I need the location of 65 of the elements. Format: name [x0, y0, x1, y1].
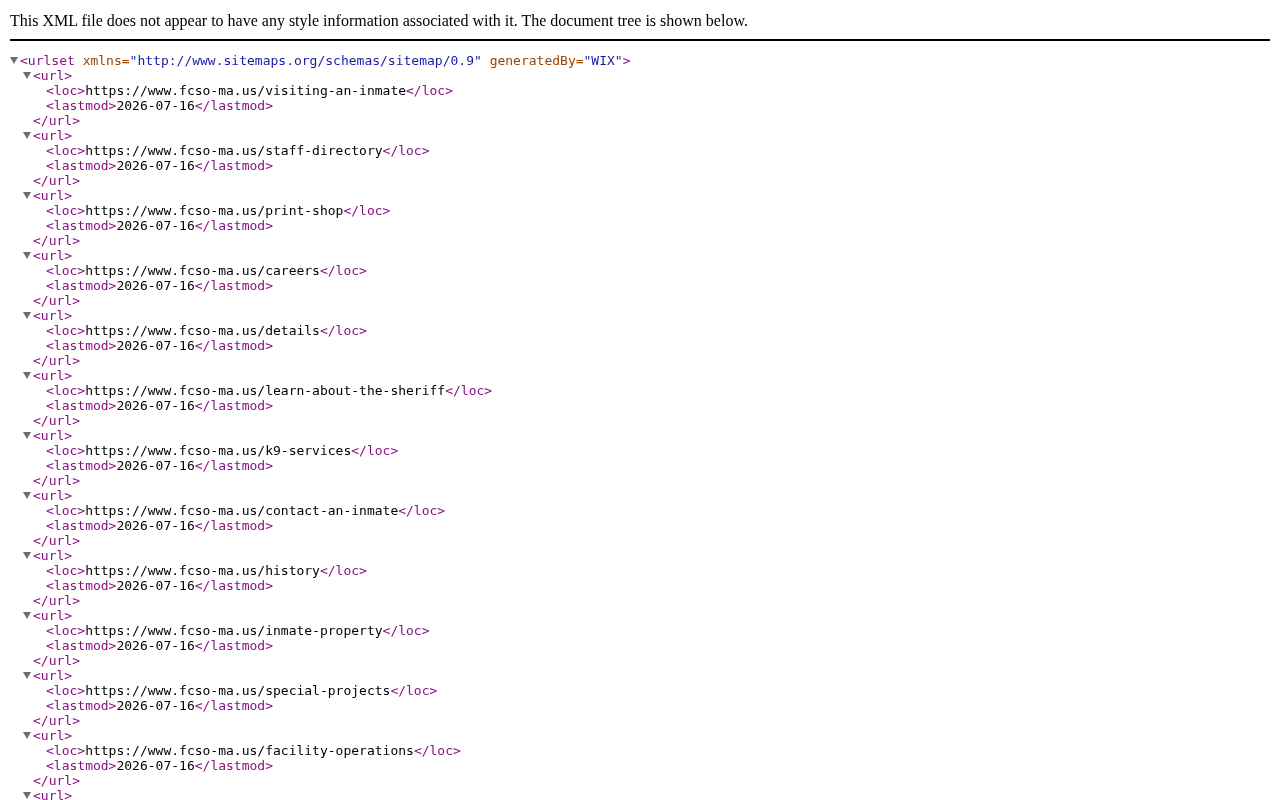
- xml-close-tag: </url>: [33, 593, 80, 608]
- xml-element: <lastmod>2026-07-16</lastmod>: [46, 158, 273, 173]
- xml-element: <loc>https://www.fcso-ma.us/visiting-an-inmate</loc>: [46, 83, 453, 98]
- notice-text: This XML file does not appear to have any style information associated with it. The document tree is shown below.: [10, 12, 748, 29]
- xml-element: <loc>https://www.fcso-ma.us/history</loc>: [46, 563, 367, 578]
- xml-element: <lastmod>2026-07-16</lastmod>: [46, 98, 273, 113]
- xml-open-tag: <url>: [33, 668, 73, 683]
- xml-element: <loc>https://www.fcso-ma.us/careers</loc>: [46, 263, 367, 278]
- xml-element: <loc>https://www.fcso-ma.us/learn-about-the-sheriff</loc>: [46, 383, 493, 398]
- xml-close-tag: </url>: [33, 293, 80, 308]
- collapse-triangle-icon[interactable]: [23, 732, 31, 739]
- collapse-triangle-icon[interactable]: [23, 612, 31, 619]
- xml-element: <lastmod>2026-07-16</lastmod>: [46, 338, 273, 353]
- xml-close-tag: </url>: [33, 353, 80, 368]
- xml-element: <lastmod>2026-07-16</lastmod>: [46, 758, 273, 773]
- xml-element: <lastmod>2026-07-16</lastmod>: [46, 458, 273, 473]
- xml-open-tag: <url>: [33, 548, 73, 563]
- xml-open-tag: <url>: [33, 188, 73, 203]
- xml-close-tag: </url>: [33, 113, 80, 128]
- xml-open-tag: <url>: [33, 728, 73, 743]
- xml-element: <loc>https://www.fcso-ma.us/inmate-property</loc>: [46, 623, 430, 638]
- xml-open-tag: <url>: [33, 308, 73, 323]
- xml-close-tag: </url>: [33, 533, 80, 548]
- xml-element: <loc>https://www.fcso-ma.us/details</loc>: [46, 323, 367, 338]
- collapse-triangle-icon[interactable]: [23, 492, 31, 499]
- xml-close-tag: </url>: [33, 773, 80, 788]
- xml-element: <lastmod>2026-07-16</lastmod>: [46, 638, 273, 653]
- xml-element: <lastmod>2026-07-16</lastmod>: [46, 218, 273, 233]
- xml-open-tag: <url>: [33, 368, 73, 383]
- collapse-triangle-icon[interactable]: [23, 252, 31, 259]
- collapse-triangle-icon[interactable]: [23, 372, 31, 379]
- xml-element: <loc>https://www.fcso-ma.us/special-projects</loc>: [46, 683, 438, 698]
- xml-element: <loc>https://www.fcso-ma.us/facility-operations</loc>: [46, 743, 461, 758]
- xml-close-tag: </url>: [33, 233, 80, 248]
- collapse-triangle-icon[interactable]: [23, 312, 31, 319]
- collapse-triangle-icon[interactable]: [23, 552, 31, 559]
- xml-close-tag: </url>: [33, 653, 80, 668]
- xml-element: <loc>https://www.fcso-ma.us/k9-services</loc>: [46, 443, 399, 458]
- xml-open-tag: <url>: [33, 488, 73, 503]
- xml-close-tag: </url>: [33, 713, 80, 728]
- xml-open-tag: <url>: [33, 128, 73, 143]
- xml-close-tag: </url>: [33, 173, 80, 188]
- collapse-triangle-icon[interactable]: [23, 672, 31, 679]
- collapse-triangle-icon[interactable]: [23, 72, 31, 79]
- xml-element: <loc>https://www.fcso-ma.us/print-shop</loc>: [46, 203, 391, 218]
- xml-element: <lastmod>2026-07-16</lastmod>: [46, 518, 273, 533]
- xml-element: <lastmod>2026-07-16</lastmod>: [46, 278, 273, 293]
- xml-open-tag: <url>: [33, 788, 73, 800]
- xml-open-tag: <urlset xmlns="http://www.sitemaps.org/schemas/sitemap/0.9" generatedBy="WIX">: [20, 53, 631, 68]
- xml-open-tag: <url>: [33, 68, 73, 83]
- xml-element: <lastmod>2026-07-16</lastmod>: [46, 698, 273, 713]
- xml-element: <lastmod>2026-07-16</lastmod>: [46, 578, 273, 593]
- xml-close-tag: </url>: [33, 413, 80, 428]
- xml-open-tag: <url>: [33, 248, 73, 263]
- xml-open-tag: <url>: [33, 608, 73, 623]
- collapse-triangle-icon[interactable]: [23, 792, 31, 799]
- collapse-triangle-icon[interactable]: [23, 432, 31, 439]
- collapse-triangle-icon[interactable]: [23, 132, 31, 139]
- xml-element: <loc>https://www.fcso-ma.us/staff-directory</loc>: [46, 143, 430, 158]
- collapse-triangle-icon[interactable]: [10, 57, 18, 64]
- xml-close-tag: </url>: [33, 473, 80, 488]
- xml-element: <loc>https://www.fcso-ma.us/contact-an-inmate</loc>: [46, 503, 446, 518]
- xml-element: <lastmod>2026-07-16</lastmod>: [46, 398, 273, 413]
- xml-open-tag: <url>: [33, 428, 73, 443]
- collapse-triangle-icon[interactable]: [23, 192, 31, 199]
